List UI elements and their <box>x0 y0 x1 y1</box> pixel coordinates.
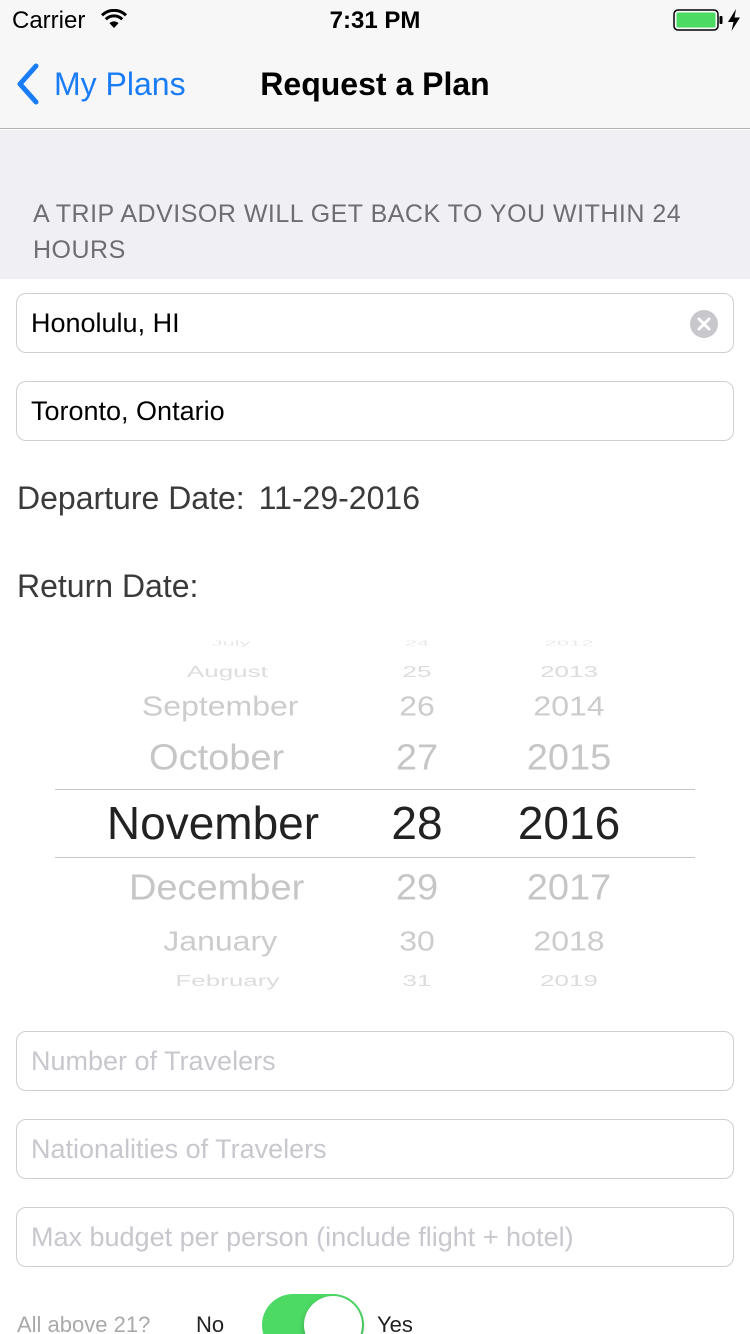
picker-year-item[interactable]: 2016 <box>518 796 620 850</box>
picker-day-item[interactable]: 1 <box>411 998 423 1000</box>
section-header-text: A TRIP ADVISOR WILL GET BACK TO YOU WITH… <box>33 200 682 264</box>
picker-month-item[interactable]: January <box>163 926 277 958</box>
picker-day-item[interactable]: 25 <box>403 662 432 681</box>
picker-selection-top-line <box>55 789 695 790</box>
departure-date-row[interactable]: Departure Date: 11-29-2016 <box>17 480 420 517</box>
charging-bolt-icon <box>728 9 740 31</box>
picker-year-item[interactable]: 2015 <box>527 738 612 779</box>
picker-year-item[interactable]: 2018 <box>533 926 604 958</box>
destination-field[interactable]: Toronto, Ontario <box>16 381 734 441</box>
return-date-label: Return Date: <box>17 568 199 604</box>
picker-year-item[interactable]: 2013 <box>540 662 598 681</box>
status-time: 7:31 PM <box>329 7 421 34</box>
picker-month-item[interactable]: August <box>187 662 268 681</box>
departure-date-label: Departure Date: <box>17 480 245 516</box>
section-header: A TRIP ADVISOR WILL GET BACK TO YOU WITH… <box>0 130 750 279</box>
picker-day-item[interactable]: 24 <box>405 640 429 648</box>
number-of-travelers-placeholder: Number of Travelers <box>31 1045 276 1076</box>
picker-year-item[interactable]: 2019 <box>540 971 598 990</box>
nationalities-field[interactable]: Nationalities of Travelers <box>16 1119 734 1179</box>
picker-month-item[interactable]: December <box>129 868 304 909</box>
picker-month-item[interactable]: September <box>142 691 299 723</box>
picker-day-item[interactable]: 30 <box>399 926 435 958</box>
navigation-bar: My Plans Request a Plan <box>0 40 750 129</box>
page-title: Request a Plan <box>260 66 490 102</box>
return-date-picker[interactable]: July August September October November Decemb… <box>55 640 695 1000</box>
picker-year-item[interactable]: 2012 <box>545 640 594 648</box>
origin-value: Honolulu, HI <box>31 307 180 338</box>
picker-day-item[interactable]: 27 <box>396 738 438 779</box>
picker-day-item[interactable]: 28 <box>391 796 442 850</box>
age-toggle[interactable] <box>262 1294 364 1334</box>
picker-day-item[interactable]: 31 <box>403 971 432 990</box>
picker-month-item[interactable]: March <box>200 998 261 1000</box>
number-of-travelers-field[interactable]: Number of Travelers <box>16 1031 734 1091</box>
origin-field[interactable]: Honolulu, HI <box>16 293 734 353</box>
status-bar: Carrier 7:31 PM <box>0 0 750 40</box>
age-yes-label: Yes <box>377 1312 413 1334</box>
picker-month-item[interactable]: February <box>175 971 279 990</box>
picker-day-item[interactable]: 29 <box>396 868 438 909</box>
picker-year-item[interactable]: 2014 <box>533 691 604 723</box>
battery-icon <box>673 9 723 31</box>
picker-month-item[interactable]: July <box>211 640 250 648</box>
clear-icon[interactable] <box>689 309 719 339</box>
toggle-knob <box>304 1296 362 1334</box>
picker-day-item[interactable]: 26 <box>399 691 435 723</box>
age-question-label: All above 21? <box>17 1312 151 1334</box>
departure-date-value: 11-29-2016 <box>258 480 420 516</box>
nationalities-placeholder: Nationalities of Travelers <box>31 1133 327 1164</box>
picker-year-item[interactable]: 2017 <box>527 868 612 909</box>
picker-selection-bottom-line <box>55 857 695 858</box>
picker-month-item[interactable]: November <box>107 796 319 850</box>
picker-year-item[interactable]: 2020 <box>545 998 594 1000</box>
max-budget-placeholder: Max budget per person (include flight + … <box>31 1221 574 1252</box>
max-budget-field[interactable]: Max budget per person (include flight + … <box>16 1207 734 1267</box>
age-no-label: No <box>196 1312 225 1334</box>
destination-value: Toronto, Ontario <box>31 395 225 426</box>
picker-month-item[interactable]: October <box>149 738 284 779</box>
